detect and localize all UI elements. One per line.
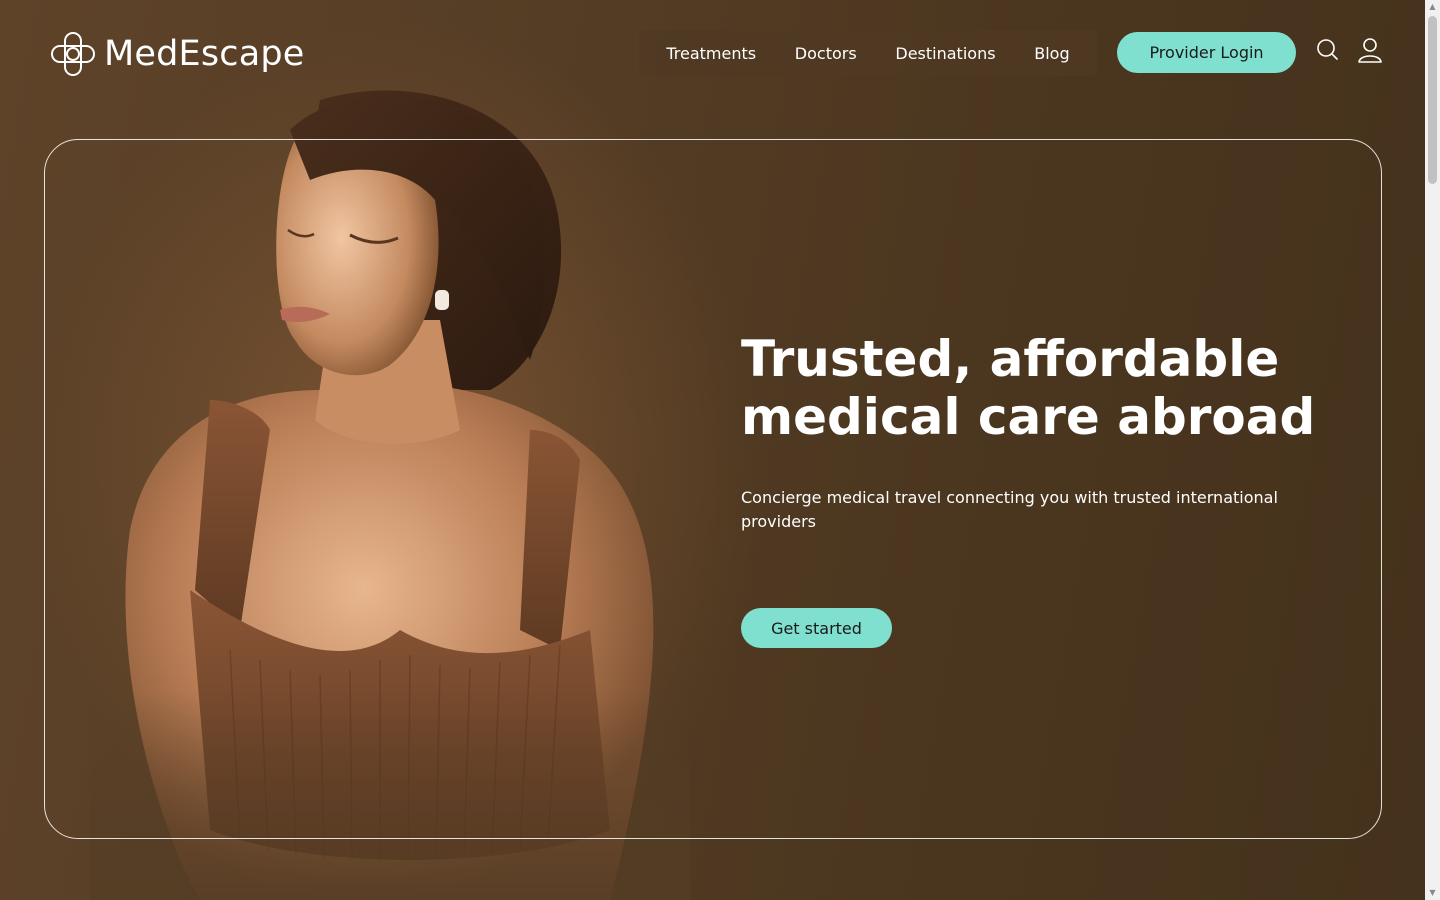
scrollbar-thumb[interactable] bbox=[1428, 16, 1437, 184]
search-icon bbox=[1317, 39, 1338, 60]
brand-logo[interactable]: MedEscape bbox=[50, 30, 305, 78]
nav-item-doctors[interactable]: Doctors bbox=[795, 44, 857, 63]
user-icon bbox=[1358, 38, 1382, 63]
scroll-up-arrow-icon[interactable]: ▲ bbox=[1425, 0, 1440, 14]
user-account-button[interactable] bbox=[1356, 36, 1384, 64]
page-scrollbar[interactable]: ▲ ▼ bbox=[1425, 0, 1440, 900]
nav-item-blog[interactable]: Blog bbox=[1034, 44, 1069, 63]
scroll-down-arrow-icon[interactable]: ▼ bbox=[1425, 886, 1440, 900]
nav-item-destinations[interactable]: Destinations bbox=[895, 44, 995, 63]
main-nav: Treatments Doctors Destinations Blog bbox=[639, 30, 1097, 76]
hero-subtitle: Concierge medical travel connecting you … bbox=[741, 488, 1278, 531]
page: MedEscape Treatments Doctors Destination… bbox=[0, 0, 1425, 900]
hero-title: Trusted, affordable medical care abroad bbox=[741, 330, 1391, 446]
search-button[interactable] bbox=[1314, 36, 1342, 64]
medical-cross-logo-icon bbox=[51, 32, 95, 76]
brand-name: MedEscape bbox=[104, 34, 305, 74]
nav-item-treatments[interactable]: Treatments bbox=[666, 44, 756, 63]
provider-login-button[interactable]: Provider Login bbox=[1117, 32, 1296, 73]
hero-title-line-2: medical care abroad bbox=[741, 388, 1316, 446]
hero-title-line-1: Trusted, affordable bbox=[741, 330, 1280, 388]
get-started-button[interactable]: Get started bbox=[741, 608, 892, 648]
